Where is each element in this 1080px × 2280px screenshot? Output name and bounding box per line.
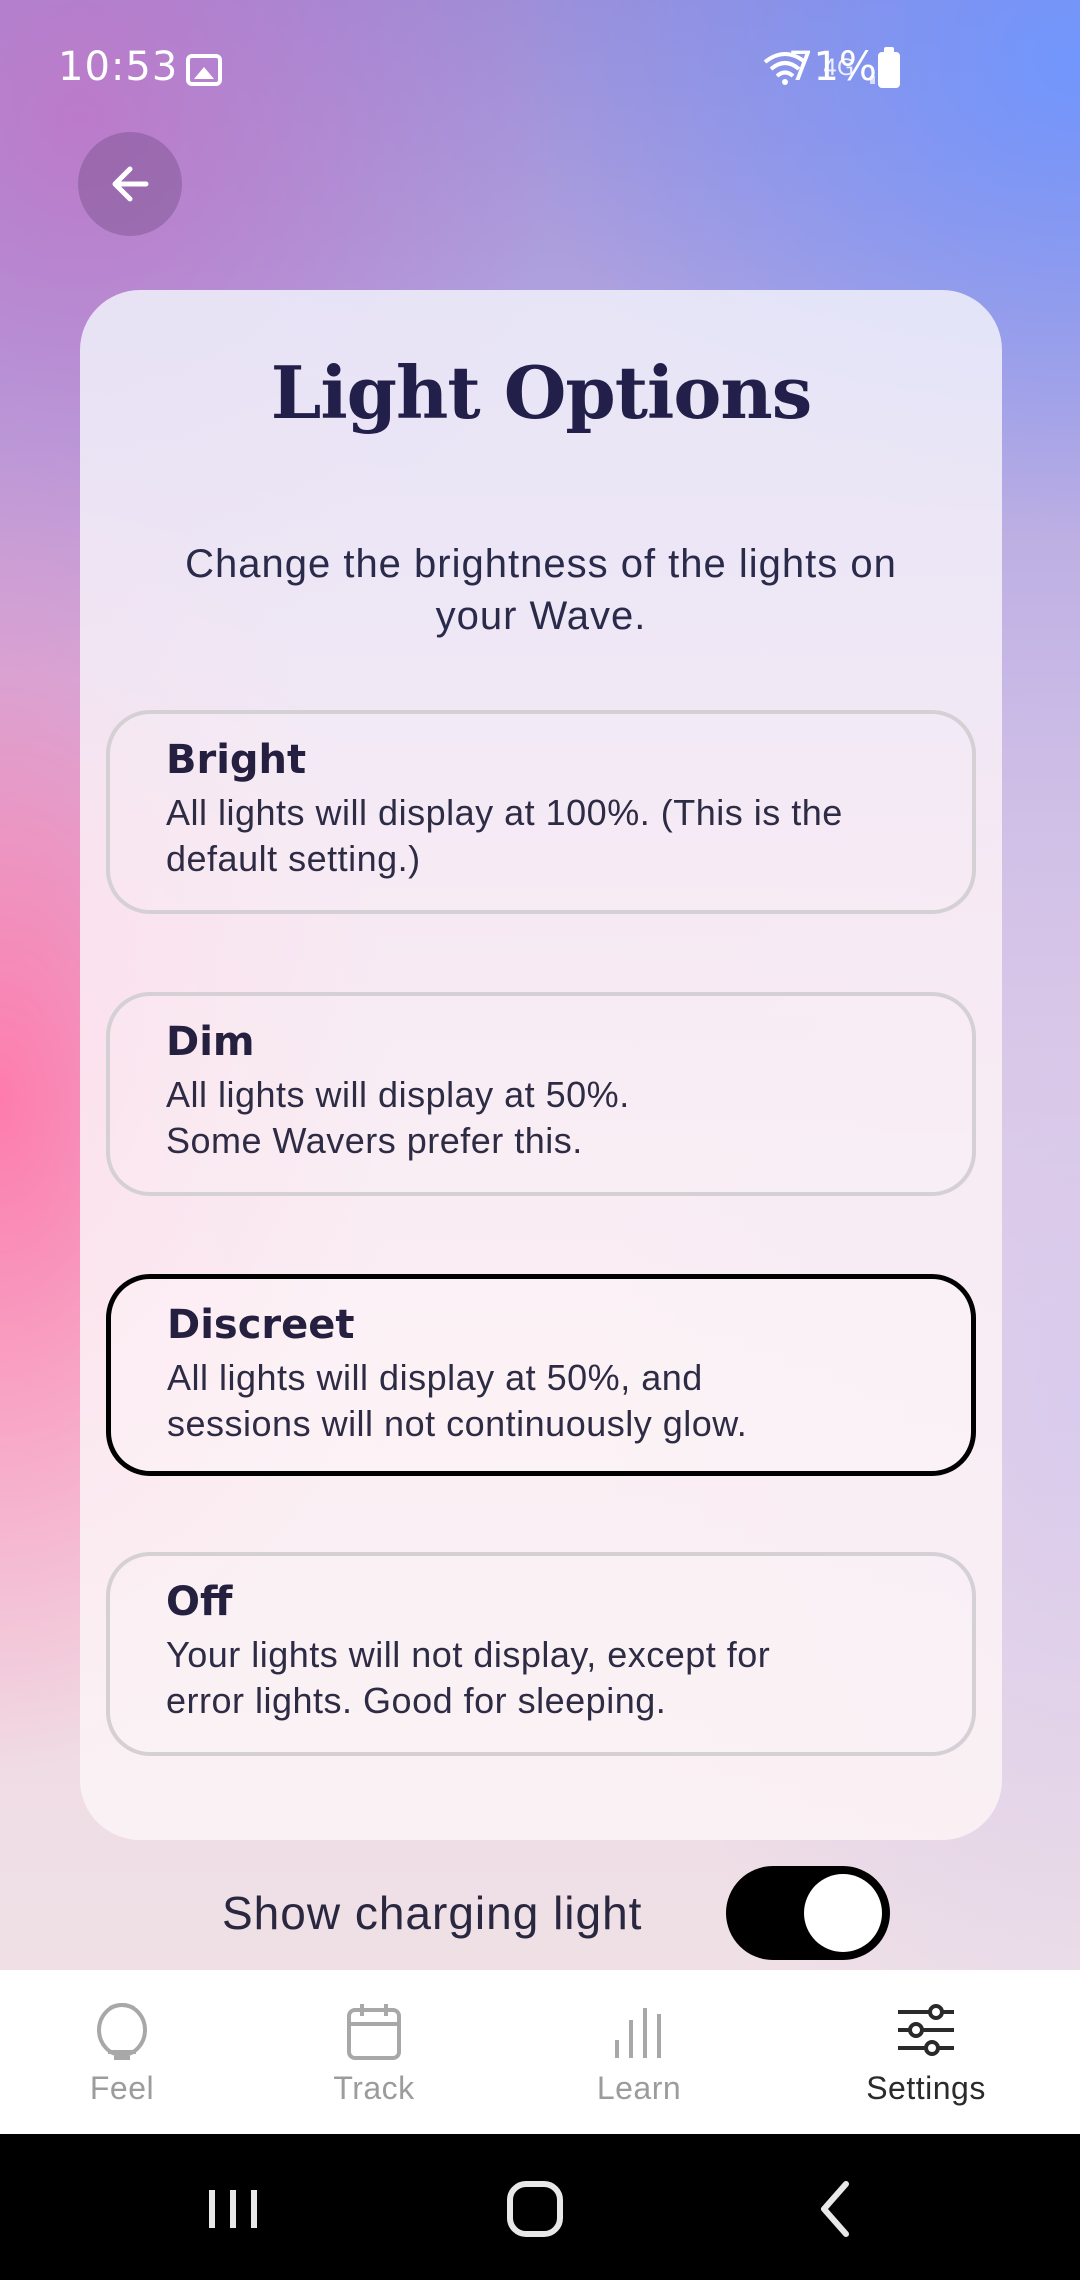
option-bright[interactable]: Bright All lights will display at 100%. … xyxy=(106,710,976,914)
back-button[interactable] xyxy=(78,132,182,236)
nav-item-learn[interactable]: Learn xyxy=(529,1970,749,2134)
system-nav-bar xyxy=(0,2134,1080,2280)
charging-light-toggle[interactable] xyxy=(726,1866,890,1960)
option-off[interactable]: Off Your lights will not display, except… xyxy=(106,1552,976,1756)
charging-light-label: Show charging light xyxy=(222,1887,643,1939)
calendar-icon xyxy=(347,2004,401,2060)
option-title: Discreet xyxy=(167,1302,355,1348)
nav-item-track[interactable]: Track xyxy=(264,1970,484,2134)
option-title: Off xyxy=(166,1579,233,1625)
option-desc-line: Your lights will not display, except for xyxy=(166,1634,771,1675)
nav-label: Learn xyxy=(596,2070,682,2106)
toggle-knob xyxy=(804,1874,882,1952)
bars-icon xyxy=(615,2008,661,2058)
wave-device-icon xyxy=(97,2003,147,2060)
option-desc-line: All lights will display at 50%, and xyxy=(167,1357,703,1398)
battery-icon xyxy=(878,47,900,88)
option-desc-line: All lights will display at 50%. xyxy=(166,1074,630,1115)
nav-item-settings[interactable]: Settings xyxy=(816,1970,1036,2134)
nav-label: Feel xyxy=(89,2070,155,2106)
option-description: Your lights will not display, except for… xyxy=(166,1632,916,1724)
option-dim[interactable]: Dim All lights will display at 50%. Some… xyxy=(106,992,976,1196)
option-desc-line: default setting.) xyxy=(166,838,421,879)
option-desc-line: All lights will display at 100%. (This i… xyxy=(166,792,843,833)
charging-light-row: Show charging light xyxy=(0,1866,1080,1962)
status-time: 10:53 xyxy=(58,44,179,90)
nav-item-feel[interactable]: Feel xyxy=(12,1970,232,2134)
status-bar: 10:53 4G 71% xyxy=(0,0,1080,140)
battery-percent: 71% xyxy=(788,44,877,90)
option-desc-line: error lights. Good for sleeping. xyxy=(166,1680,667,1721)
recent-apps-icon[interactable] xyxy=(198,2174,268,2244)
nav-label: Settings xyxy=(866,2070,986,2106)
option-desc-line: Some Wavers prefer this. xyxy=(166,1120,583,1161)
light-options-card: Light Options Change the brightness of t… xyxy=(80,290,1002,1840)
sliders-icon xyxy=(898,2004,954,2056)
option-title: Bright xyxy=(166,737,307,783)
option-discreet[interactable]: Discreet All lights will display at 50%,… xyxy=(106,1274,976,1476)
option-desc-line: sessions will not continuously glow. xyxy=(167,1403,748,1444)
option-title: Dim xyxy=(166,1019,255,1065)
option-description: All lights will display at 50%. Some Wav… xyxy=(166,1072,916,1164)
page-title: Light Options xyxy=(270,350,813,435)
nav-label: Track xyxy=(333,2070,415,2106)
arrow-left-icon xyxy=(112,166,149,202)
page-subtitle: Change the brightness of the lights on y… xyxy=(185,542,897,638)
home-icon[interactable] xyxy=(500,2174,570,2244)
option-description: All lights will display at 50%, and sess… xyxy=(167,1355,915,1447)
image-icon xyxy=(186,54,222,86)
back-nav-icon[interactable] xyxy=(802,2174,872,2244)
bottom-nav: Feel Track Learn Settings xyxy=(0,1970,1080,2134)
option-description: All lights will display at 100%. (This i… xyxy=(166,790,916,882)
